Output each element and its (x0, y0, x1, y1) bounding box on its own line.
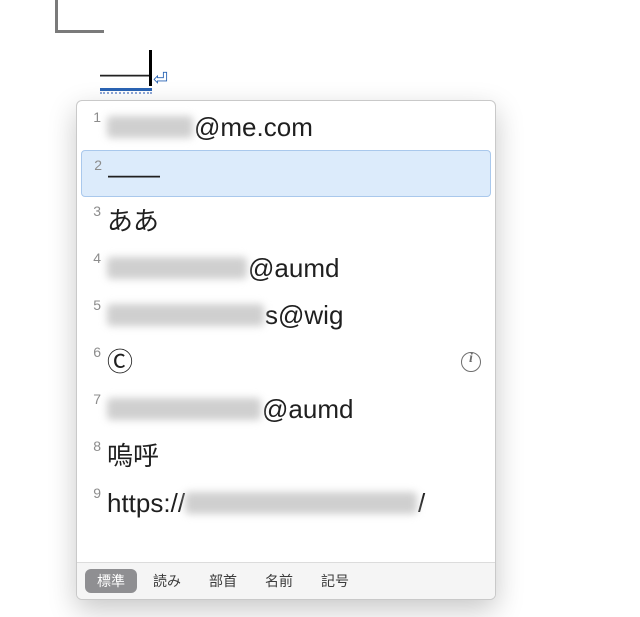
candidate-number (83, 526, 101, 532)
redacted-segment (107, 398, 261, 420)
redacted-segment (185, 492, 417, 514)
candidate-text: @aumd (107, 393, 353, 425)
candidate-number: 8 (83, 432, 101, 454)
document-area: —— ⏎ (0, 0, 640, 100)
conversion-underline-dotted (100, 92, 152, 94)
candidate-row[interactable]: 3 ああ (81, 197, 491, 244)
candidate-row[interactable]: 7 @aumd (81, 385, 491, 432)
candidate-number: 9 (83, 479, 101, 501)
mode-tab[interactable]: 標準 (85, 569, 137, 593)
candidate-row[interactable]: 6Ⓒ (81, 338, 491, 385)
candidate-number: 1 (83, 103, 101, 125)
candidate-mode-bar: 標準読み部首名前記号 (77, 562, 495, 599)
candidate-number: 3 (83, 197, 101, 219)
candidate-row[interactable]: 8 嗚呼 (81, 432, 491, 479)
candidate-number: 6 (83, 338, 101, 360)
info-icon[interactable] (461, 352, 481, 372)
candidate-text: Ⓒ (107, 346, 133, 378)
candidate-text: —— (108, 158, 160, 190)
candidate-number: 4 (83, 244, 101, 266)
redacted-segment (107, 116, 193, 138)
mode-tab[interactable]: 名前 (253, 569, 305, 593)
inline-input[interactable]: —— ⏎ (100, 58, 168, 94)
mode-tab[interactable]: 読み (141, 569, 193, 593)
candidate-row[interactable]: 5 s@wig (81, 291, 491, 338)
candidate-text: 嗚呼 (107, 440, 159, 472)
candidate-row[interactable] (81, 526, 491, 562)
candidate-row[interactable]: 2 —— (81, 150, 491, 197)
candidate-text: @aumd (107, 252, 339, 284)
return-icon: ⏎ (152, 69, 168, 94)
candidate-text: @me.com (107, 111, 313, 143)
candidate-row[interactable]: 9 https:/// (81, 479, 491, 526)
candidate-row[interactable]: 1 @me.com (81, 103, 491, 150)
candidate-number: 7 (83, 385, 101, 407)
candidate-text: s@wig (107, 299, 343, 331)
text-caret (149, 50, 152, 86)
mode-tab[interactable]: 部首 (197, 569, 249, 593)
candidate-number: 2 (84, 151, 102, 173)
redacted-segment (107, 304, 264, 326)
document-corner-guide (55, 0, 104, 33)
candidate-list: 1@me.com2——3ああ4@aumd5s@wig6Ⓒ7@aumd8嗚呼9ht… (77, 101, 495, 562)
redacted-segment (107, 257, 247, 279)
ime-candidate-window: 1@me.com2——3ああ4@aumd5s@wig6Ⓒ7@aumd8嗚呼9ht… (76, 100, 496, 600)
candidate-row[interactable]: 4 @aumd (81, 244, 491, 291)
inline-input-text: —— (100, 58, 152, 90)
candidate-number: 5 (83, 291, 101, 313)
candidate-text: https:/// (107, 487, 425, 519)
candidate-text: ああ (107, 205, 159, 237)
mode-tab[interactable]: 記号 (309, 569, 361, 593)
